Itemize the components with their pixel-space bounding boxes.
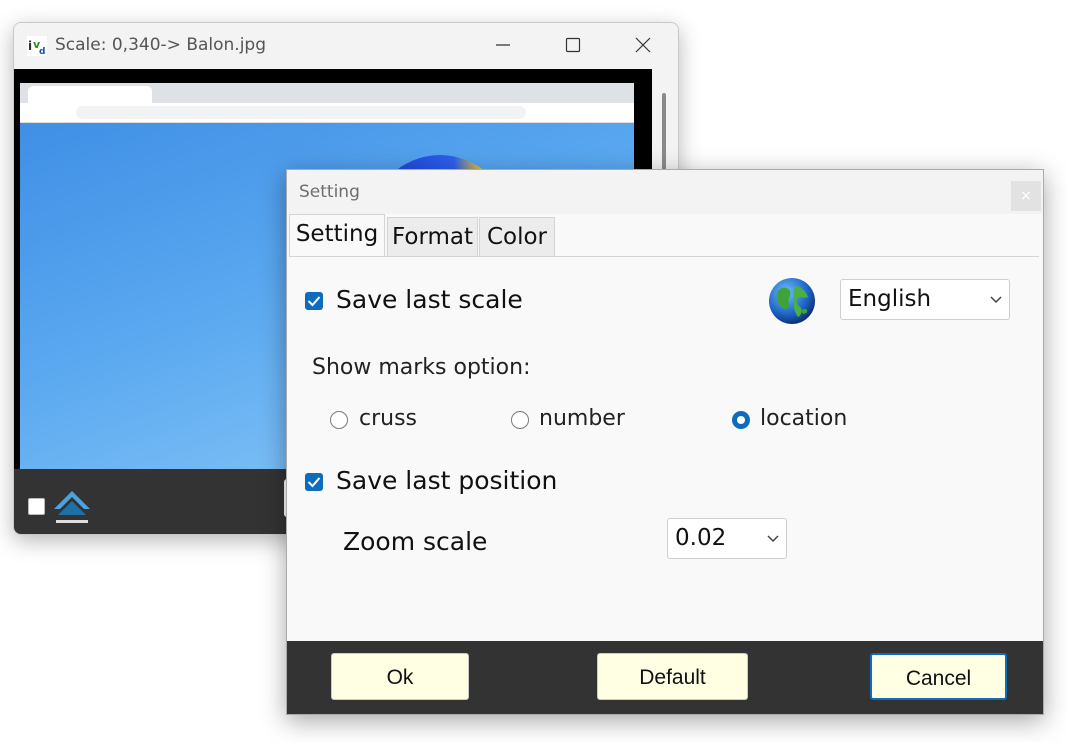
chevron-down-icon xyxy=(990,296,1002,304)
zoom-scale-select-value: 0.02 xyxy=(675,525,727,551)
minimize-icon xyxy=(496,44,510,46)
app-icon: i v d xyxy=(27,36,47,56)
show-marks-label: Show marks option: xyxy=(312,355,531,380)
radio-location-label[interactable]: location xyxy=(760,406,847,431)
radio-cruss[interactable] xyxy=(330,411,348,429)
svg-text:i: i xyxy=(28,39,32,53)
language-select-value: English xyxy=(848,286,932,312)
minimize-button[interactable] xyxy=(480,23,526,68)
save-last-scale-label[interactable]: Save last scale xyxy=(336,285,523,314)
setting-tab-panel: Save last scale English Show marks optio… xyxy=(289,256,1039,642)
svg-text:d: d xyxy=(39,47,45,56)
maximize-icon xyxy=(565,37,581,53)
image-browser-urlbar xyxy=(76,106,526,119)
save-last-position-checkbox[interactable] xyxy=(305,473,323,491)
cancel-button[interactable]: Cancel xyxy=(870,653,1007,700)
dialog-footer: Ok Default Cancel xyxy=(287,641,1043,714)
dialog-close-button[interactable]: × xyxy=(1011,181,1041,211)
setting-dialog: Setting × Setting Format Color Save last… xyxy=(286,169,1044,715)
viewer-checkbox[interactable] xyxy=(28,498,45,515)
default-button[interactable]: Default xyxy=(597,653,748,700)
maximize-button[interactable] xyxy=(550,23,596,68)
tab-color[interactable]: Color xyxy=(479,217,555,256)
zoom-scale-label: Zoom scale xyxy=(343,527,488,556)
zoom-scale-select[interactable]: 0.02 xyxy=(667,518,787,559)
radio-number-label[interactable]: number xyxy=(539,406,625,431)
image-browser-tab xyxy=(28,86,152,103)
home-icon[interactable] xyxy=(52,489,92,525)
close-icon xyxy=(635,37,651,53)
ok-button[interactable]: Ok xyxy=(331,653,469,700)
viewer-titlebar[interactable]: i v d Scale: 0,340-> Balon.jpg xyxy=(14,23,678,68)
close-icon: × xyxy=(1020,188,1032,204)
save-last-scale-checkbox[interactable] xyxy=(305,292,323,310)
dialog-title: Setting xyxy=(299,182,360,202)
radio-cruss-label[interactable]: cruss xyxy=(359,406,417,431)
tab-setting[interactable]: Setting xyxy=(289,214,385,256)
language-select[interactable]: English xyxy=(840,279,1010,320)
checkmark-icon xyxy=(307,477,321,488)
checkmark-icon xyxy=(307,296,321,307)
radio-number[interactable] xyxy=(511,411,529,429)
image-browser-toolbar xyxy=(20,103,634,123)
viewer-title: Scale: 0,340-> Balon.jpg xyxy=(55,35,267,55)
close-button[interactable] xyxy=(620,23,666,68)
tab-format[interactable]: Format xyxy=(387,217,478,256)
dialog-titlebar[interactable]: Setting × xyxy=(287,170,1043,214)
chevron-down-icon xyxy=(767,535,779,543)
save-last-position-label[interactable]: Save last position xyxy=(336,466,557,495)
image-browser-tabstrip xyxy=(20,83,634,103)
globe-icon xyxy=(769,278,815,324)
radio-location[interactable] xyxy=(732,411,750,429)
